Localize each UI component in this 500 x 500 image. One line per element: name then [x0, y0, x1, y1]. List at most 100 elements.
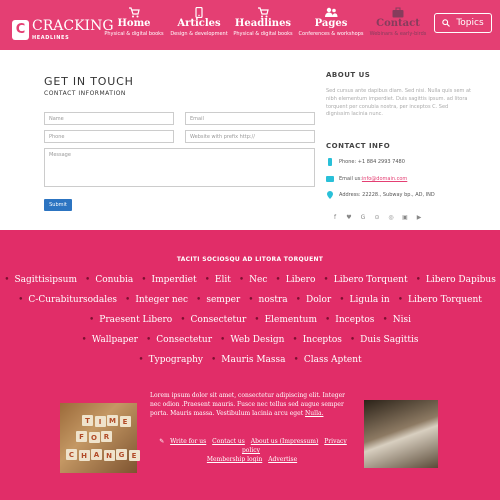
email-field[interactable]: Email	[185, 112, 315, 125]
nav-sublabel: Design & development	[170, 31, 228, 37]
tag-link[interactable]: Libero Dapibus	[416, 275, 496, 285]
contact-email-row: Email us: info@domain.com	[326, 175, 407, 183]
submit-button[interactable]: Submit	[44, 199, 72, 211]
letter-tile: C	[66, 449, 77, 460]
footer-text-link[interactable]: Nulla.	[305, 410, 323, 417]
contact-address: Address: 22228., Subway bp., AD, IND	[339, 192, 435, 198]
facebook-icon[interactable]: f	[330, 212, 340, 222]
site-logo[interactable]: C CRACKING HEADLINES	[12, 18, 114, 41]
message-field[interactable]: Message	[44, 148, 315, 187]
name-field[interactable]: Name	[44, 112, 174, 125]
letter-tile: O	[88, 432, 100, 443]
footer-link-advertise[interactable]: Advertise	[268, 456, 297, 463]
phone-field[interactable]: Phone	[44, 130, 174, 143]
tag-link[interactable]: Consectetur	[180, 315, 247, 325]
footer-text: Lorem ipsum dolor sit amet, consectetur …	[150, 392, 354, 418]
tag-link[interactable]: Inceptos	[292, 335, 342, 345]
nav-label: Pages	[314, 18, 348, 29]
tag-link[interactable]: Libero Torquent	[323, 275, 408, 285]
tag-link[interactable]: Ligula in	[339, 295, 390, 305]
nav-sublabel: Conferences & workshops	[298, 31, 364, 37]
footer-link-contact[interactable]: Contact us	[212, 438, 245, 445]
linkedin-icon[interactable]: ▣	[400, 212, 410, 222]
instagram-icon[interactable]: ◎	[386, 212, 396, 222]
books-image	[364, 400, 438, 468]
map-pin-icon	[327, 191, 333, 199]
youtube-icon[interactable]: ▶	[414, 212, 424, 222]
mobile-icon	[328, 158, 332, 166]
letter-tile: A	[91, 449, 102, 460]
letter-tile: G	[116, 449, 127, 460]
tag-link[interactable]: Elementum	[254, 315, 317, 325]
tag-link[interactable]: Typography	[138, 355, 203, 365]
name-placeholder: Name	[49, 116, 64, 122]
tag-row: C-Curabitursodales Integer nec semper nostr…	[0, 295, 500, 305]
nav-item-pages[interactable]: Pages Conferences & workshops	[298, 7, 364, 43]
tag-link[interactable]: Imperdiet	[141, 275, 197, 285]
form-title: GET IN TOUCH	[44, 75, 134, 88]
briefcase-icon	[392, 7, 404, 18]
tag-link[interactable]: Elit	[205, 275, 231, 285]
tag-link[interactable]: Libero	[275, 275, 316, 285]
tag-link[interactable]: Integer nec	[125, 295, 188, 305]
contact-phone: Phone: +1 884 2993 7480	[339, 159, 405, 165]
cart-icon	[258, 7, 269, 18]
tag-link[interactable]: semper	[196, 295, 240, 305]
topics-button[interactable]: Topics	[434, 13, 492, 33]
tag-link[interactable]: Praesent Libero	[89, 315, 172, 325]
message-placeholder: Message	[49, 152, 71, 158]
tag-link[interactable]: C-Curabitursodales	[18, 295, 117, 305]
tag-link[interactable]: Mauris Massa	[211, 355, 285, 365]
tag-link[interactable]: Conubia	[85, 275, 133, 285]
tag-link[interactable]: Dolor	[296, 295, 331, 305]
footer-link-about[interactable]: About us (Impressum)	[251, 438, 319, 445]
tags-title: TACITI SOCIOSQU AD LITORA TORQUENT	[176, 256, 324, 263]
letter-tile: I	[94, 416, 106, 427]
footer-link-membership[interactable]: Membership login	[207, 456, 262, 463]
tag-link[interactable]: Sagittisipsum	[4, 275, 78, 285]
nav-label: Home	[117, 18, 151, 29]
footer-link-write[interactable]: Write for us	[170, 438, 206, 445]
email-link[interactable]: info@domain.com	[362, 176, 407, 182]
cart-icon	[129, 7, 140, 18]
letter-tile: R	[101, 431, 112, 442]
tag-link[interactable]: Nisi	[382, 315, 411, 325]
tag-link[interactable]: Inceptos	[325, 315, 374, 325]
contact-info-title: CONTACT INFO	[326, 142, 391, 150]
people-icon	[325, 7, 338, 17]
tag-link[interactable]: Class Aptent	[294, 355, 362, 365]
tag-link[interactable]: Nec	[239, 275, 267, 285]
tag-row: Praesent Libero Consectetur Elementum Incep…	[0, 315, 500, 325]
form-subtitle: CONTACT INFORMATION	[44, 90, 126, 97]
tag-link[interactable]: nostra	[248, 295, 288, 305]
nav-item-articles[interactable]: Articles Design & development	[170, 7, 228, 43]
email-placeholder: Email	[190, 116, 204, 122]
nav-item-headlines[interactable]: Headlines Physical & digital books	[232, 7, 294, 43]
pinterest-icon[interactable]: ⊙	[372, 212, 382, 222]
topics-label: Topics	[456, 18, 484, 28]
nav-item-home[interactable]: Home Physical & digital books	[104, 7, 164, 43]
nav-item-contact[interactable]: Contact Webinars & early-birds	[368, 7, 428, 43]
twitter-icon[interactable]: ♥	[344, 212, 354, 222]
tag-link[interactable]: Libero Torquent	[398, 295, 482, 305]
website-placeholder: Website with prefix http://	[190, 134, 255, 140]
tag-link[interactable]: Duis Sagittis	[350, 335, 418, 345]
nav-sublabel: Physical & digital books	[233, 31, 293, 37]
letter-tile: F	[76, 431, 87, 442]
email-prefix: Email us:	[339, 176, 362, 182]
letter-tile: E	[119, 416, 131, 427]
tag-row: Wallpaper Consectetur Web Design Inceptos Du…	[0, 335, 500, 345]
google-icon[interactable]: G	[358, 212, 368, 222]
top-navigation-bar: C CRACKING HEADLINES Home Physical & dig…	[0, 0, 500, 50]
logo-mark: C	[12, 19, 29, 40]
phone-icon	[195, 7, 203, 18]
tag-row: Sagittisipsum Conubia Imperdiet Elit Nec Libe…	[0, 275, 500, 285]
website-field[interactable]: Website with prefix http://	[185, 130, 315, 143]
tag-link[interactable]: Consectetur	[146, 335, 212, 345]
tag-link[interactable]: Web Design	[220, 335, 284, 345]
contact-address-row: Address: 22228., Subway bp., AD, IND	[326, 191, 435, 199]
time-for-change-image: TIMEFORCHANGE	[60, 403, 140, 473]
tag-link[interactable]: Wallpaper	[82, 335, 138, 345]
about-title: ABOUT US	[326, 71, 371, 79]
phone-placeholder: Phone	[49, 134, 65, 140]
